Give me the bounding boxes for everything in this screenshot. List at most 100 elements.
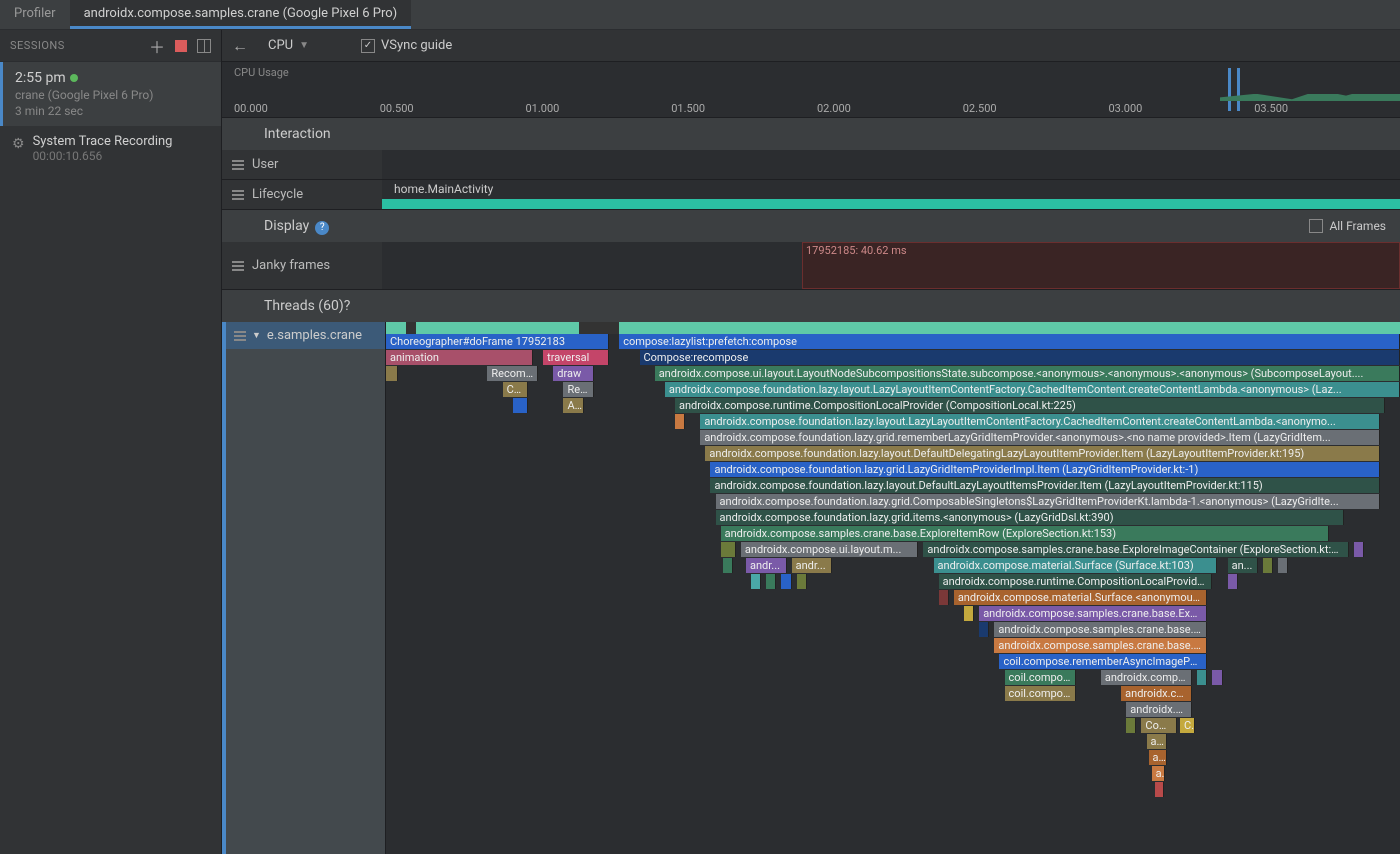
flame-span[interactable]: androidx.compose.runtime.CompositionLoca… bbox=[675, 398, 1385, 413]
flame-span[interactable]: androidx.compose.samples.crane.base.Expl… bbox=[979, 606, 1207, 621]
flame-span[interactable] bbox=[939, 590, 949, 605]
layout-toggle-icon[interactable] bbox=[197, 39, 211, 53]
sessions-heading: SESSIONS bbox=[10, 39, 65, 52]
recording-time: 00:00:10.656 bbox=[33, 149, 173, 163]
flame-span[interactable] bbox=[979, 622, 989, 637]
help-icon[interactable]: ? bbox=[315, 221, 329, 235]
flame-span[interactable]: androidx.com... bbox=[1126, 702, 1192, 717]
flame-span[interactable]: androidx.compose.samples.crane.base.Expl… bbox=[994, 622, 1207, 637]
threads-header[interactable]: Threads (60)? bbox=[222, 290, 1400, 322]
flame-span[interactable] bbox=[1155, 782, 1164, 797]
flame-span[interactable] bbox=[1228, 574, 1238, 589]
flame-span[interactable] bbox=[721, 542, 736, 557]
lifecycle-row-label[interactable]: Lifecycle bbox=[222, 180, 382, 209]
flame-chart[interactable]: Choreographer#doFrame 17952183 compose:l… bbox=[386, 322, 1400, 854]
flame-span[interactable]: animation bbox=[386, 350, 533, 365]
thread-row-label[interactable]: ▼ e.samples.crane bbox=[226, 322, 385, 349]
flame-span[interactable]: androidx.compose.foundation.lazy.grid.re… bbox=[700, 430, 1379, 445]
lifecycle-bar[interactable] bbox=[382, 199, 1400, 209]
flame-span[interactable]: androidx.compose.material.Surface.<anony… bbox=[954, 590, 1208, 605]
display-header[interactable]: Display? All Frames bbox=[222, 210, 1400, 242]
flame-span[interactable]: androidx.compose.runtime.CompositionLoca… bbox=[939, 574, 1213, 589]
chevron-down-icon: ▼ bbox=[299, 40, 309, 51]
add-session-icon[interactable]: ＋ bbox=[149, 34, 165, 58]
flame-span[interactable] bbox=[513, 398, 528, 413]
flame-span[interactable]: androidx.compose.ui.layout.LayoutNodeSub… bbox=[655, 366, 1400, 381]
flame-span[interactable] bbox=[1197, 670, 1207, 685]
flame-span[interactable]: androidx.compose.foundation.lazy.grid.it… bbox=[716, 510, 1345, 525]
flame-span[interactable] bbox=[723, 558, 733, 573]
cpu-wave bbox=[1220, 83, 1400, 101]
flame-span[interactable] bbox=[964, 606, 974, 621]
flame-span[interactable]: coil.compose.r... bbox=[1005, 670, 1076, 685]
flame-span[interactable] bbox=[797, 574, 807, 589]
session-item[interactable]: 2:55 pm crane (Google Pixel 6 Pro) 3 min… bbox=[0, 62, 221, 126]
flame-span[interactable]: C... bbox=[1180, 718, 1195, 733]
flame-span[interactable]: Compose:recompose bbox=[640, 350, 1400, 365]
live-indicator-icon bbox=[70, 74, 78, 82]
flame-span[interactable]: A... bbox=[563, 398, 583, 413]
time-ticks: 00.00000.50001.00001.50002.00002.50003.0… bbox=[234, 102, 1400, 115]
flame-span[interactable]: androidx.compose.foundation.lazy.layout.… bbox=[665, 382, 1400, 397]
flame-span[interactable] bbox=[1354, 542, 1364, 557]
flame-span[interactable]: androidx.compose.ui.layout.m... bbox=[741, 542, 918, 557]
flame-span[interactable]: an... bbox=[1149, 750, 1167, 765]
recording-title: System Trace Recording bbox=[33, 134, 173, 149]
flame-span[interactable]: androidx.compose.foundation.lazy.grid.Co… bbox=[716, 494, 1380, 509]
flame-span[interactable]: coil.compose.rememberAsyncImagePainter (… bbox=[999, 654, 1207, 669]
flame-span[interactable] bbox=[386, 366, 398, 381]
flame-span[interactable] bbox=[1263, 558, 1273, 573]
flame-span[interactable]: draw bbox=[553, 366, 594, 381]
flame-span[interactable]: androidx.compose.samples.crane.base.Expl… bbox=[721, 526, 1329, 541]
flame-span[interactable]: andr... bbox=[746, 558, 787, 573]
flame-span[interactable]: coil.compose.r... bbox=[1005, 686, 1076, 701]
flame-span[interactable]: androidx.compose.u... bbox=[1101, 670, 1192, 685]
flame-span[interactable]: androidx.compose.foundation.lazy.grid.La… bbox=[710, 462, 1379, 477]
profiler-tab[interactable]: Profiler bbox=[0, 0, 70, 29]
janky-row-label[interactable]: Janky frames bbox=[222, 242, 382, 289]
flame-span[interactable] bbox=[781, 574, 791, 589]
back-icon[interactable]: ← bbox=[232, 36, 248, 56]
flame-span[interactable]: Co... bbox=[503, 382, 528, 397]
flame-span[interactable]: an... bbox=[1147, 734, 1167, 749]
janky-frame-label: 17952185: 40.62 ms bbox=[806, 244, 907, 257]
flame-span[interactable] bbox=[766, 574, 776, 589]
session-tab[interactable]: androidx.compose.samples.crane (Google P… bbox=[70, 0, 412, 29]
help-icon[interactable]: ? bbox=[344, 298, 351, 314]
top-tabs: Profiler androidx.compose.samples.crane … bbox=[0, 0, 1400, 30]
stop-session-icon[interactable] bbox=[175, 40, 187, 52]
flame-span[interactable]: an... bbox=[1228, 558, 1258, 573]
session-device: crane (Google Pixel 6 Pro) bbox=[15, 88, 209, 102]
flame-span[interactable]: Choreographer#doFrame 17952183 bbox=[386, 334, 609, 349]
flame-span[interactable]: Com... bbox=[1141, 718, 1176, 733]
flame-span[interactable]: Rec... bbox=[563, 382, 593, 397]
interaction-header[interactable]: Interaction bbox=[222, 118, 1400, 150]
session-duration: 3 min 22 sec bbox=[15, 104, 209, 118]
flame-span[interactable]: androidx.compose.foundation.lazy.layout.… bbox=[710, 478, 1379, 493]
recording-item[interactable]: ⚙ System Trace Recording 00:00:10.656 bbox=[0, 126, 221, 171]
thread-state-bar bbox=[386, 322, 1400, 334]
all-frames-checkbox[interactable]: All Frames bbox=[1309, 219, 1386, 233]
cpu-usage-timeline[interactable]: CPU Usage 00.00000.50001.00001.50002.000… bbox=[222, 62, 1400, 118]
flame-span[interactable]: androidx.compose.samples.crane.base.Expl… bbox=[923, 542, 1349, 557]
flame-span[interactable]: androidx.compose.foundation.lazy.layout.… bbox=[705, 446, 1379, 461]
vsync-checkbox[interactable]: ✓VSync guide bbox=[361, 38, 452, 53]
flame-span[interactable]: compose:lazylist:prefetch:compose bbox=[619, 334, 1400, 349]
profiler-type-dropdown[interactable]: CPU▼ bbox=[260, 35, 317, 56]
flame-span[interactable]: andr... bbox=[792, 558, 833, 573]
flame-span[interactable]: androidx.compo... bbox=[1121, 686, 1192, 701]
hamburger-icon bbox=[232, 160, 244, 170]
flame-span[interactable] bbox=[675, 414, 685, 429]
flame-span[interactable]: traversal bbox=[543, 350, 609, 365]
flame-span[interactable] bbox=[1278, 558, 1288, 573]
lifecycle-activity: home.MainActivity bbox=[394, 182, 493, 196]
flame-span[interactable] bbox=[1212, 670, 1222, 685]
flame-span[interactable]: androidx.compose.material.Surface (Surfa… bbox=[934, 558, 1218, 573]
flame-span[interactable]: a... bbox=[1152, 766, 1165, 781]
flame-span[interactable]: androidx.compose.foundation.lazy.layout.… bbox=[700, 414, 1379, 429]
flame-span[interactable]: androidx.compose.samples.crane.base.Expl… bbox=[994, 638, 1207, 653]
flame-span[interactable] bbox=[751, 574, 761, 589]
flame-span[interactable] bbox=[1126, 718, 1136, 733]
user-row-label[interactable]: User bbox=[222, 150, 382, 179]
flame-span[interactable]: Recom... bbox=[487, 366, 538, 381]
